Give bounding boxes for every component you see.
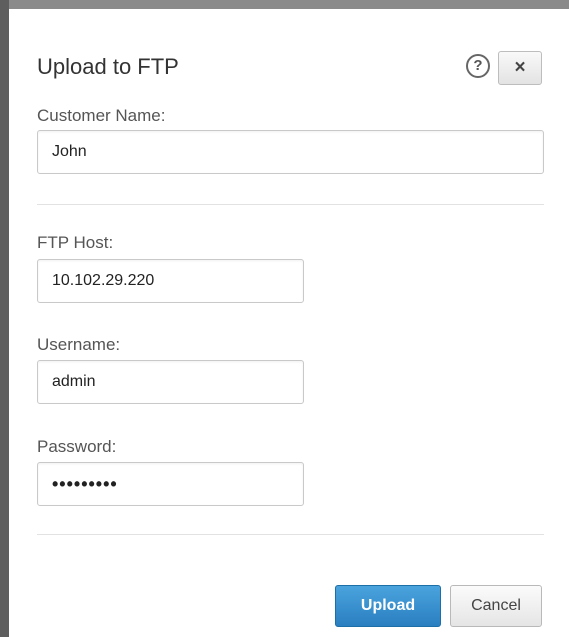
section-divider	[37, 204, 544, 205]
close-button[interactable]: ×	[498, 51, 542, 85]
footer-divider	[37, 534, 544, 535]
screen: Upload to FTP ? × Customer Name: John FT…	[0, 0, 569, 637]
username-label: Username:	[37, 335, 121, 354]
dialog-title: Upload to FTP	[37, 54, 179, 79]
background-window-edge-left	[0, 0, 9, 637]
password-label: Password:	[37, 437, 117, 456]
password-input[interactable]: •••••••••	[37, 462, 304, 506]
username-input[interactable]: admin	[37, 360, 304, 404]
help-icon[interactable]: ?	[466, 54, 490, 78]
background-window-edge-top	[0, 0, 569, 9]
cancel-button[interactable]: Cancel	[450, 585, 542, 627]
customer-name-input[interactable]: John	[37, 130, 544, 174]
ftp-host-label: FTP Host:	[37, 233, 114, 252]
upload-to-ftp-dialog: Upload to FTP ? × Customer Name: John FT…	[9, 9, 569, 637]
customer-name-label: Customer Name:	[37, 106, 166, 125]
upload-button[interactable]: Upload	[335, 585, 441, 627]
ftp-host-input[interactable]: 10.102.29.220	[37, 259, 304, 303]
close-icon: ×	[514, 57, 526, 78]
